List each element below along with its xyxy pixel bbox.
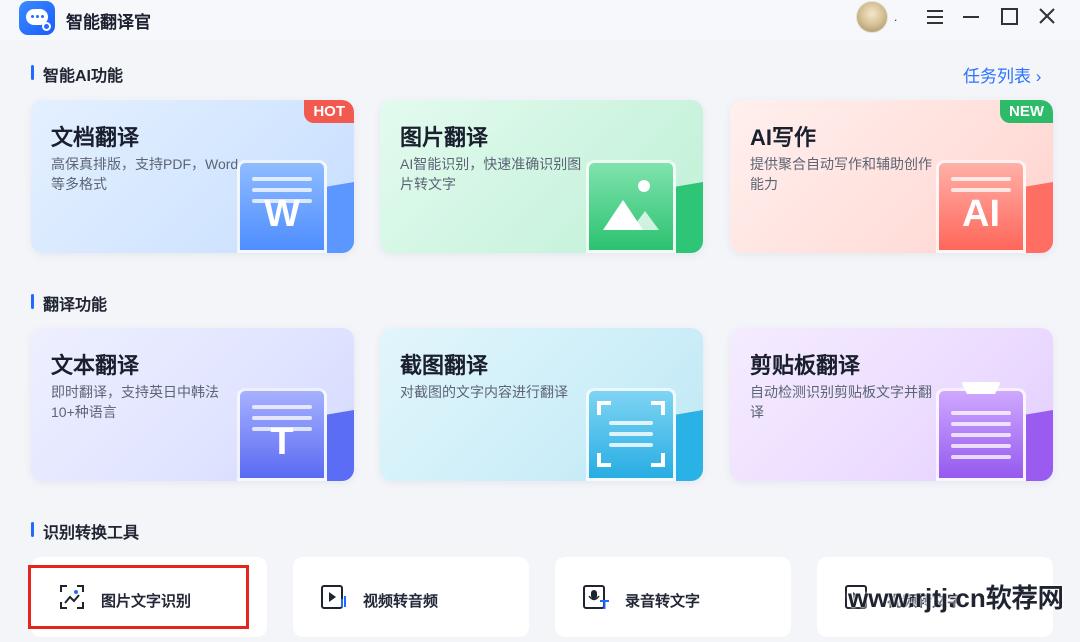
card-desc: 对截图的文字内容进行翻译 — [400, 384, 568, 400]
watermark: www.rjtj.cn软荐网 — [848, 583, 1064, 613]
word-document-icon: W — [237, 160, 327, 253]
app-logo-icon — [19, 1, 55, 35]
card-desc: 即时翻译，支持英日中韩法10+种语言 — [51, 384, 219, 420]
screenshot-icon — [586, 388, 676, 481]
card-desc: 自动检测识别剪贴板文字并翻译 — [750, 384, 932, 420]
maximize-icon[interactable] — [997, 6, 1021, 28]
minimize-icon[interactable] — [959, 6, 983, 28]
hot-badge: HOT — [304, 100, 354, 123]
app-title: 智能翻译官 — [66, 13, 151, 32]
card-title: 截图翻译 — [400, 353, 489, 378]
new-badge: NEW — [1000, 100, 1053, 123]
clipboard-icon — [936, 382, 1026, 481]
tool-label: 图片文字识别 — [101, 593, 192, 610]
user-name[interactable]: . — [894, 10, 897, 24]
avatar[interactable] — [856, 1, 888, 33]
tool-image-ocr[interactable]: 图片文字识别 — [31, 557, 267, 637]
section-title-ai: 智能AI功能 — [31, 62, 123, 86]
card-screenshot-translate[interactable]: 截图翻译 对截图的文字内容进行翻译 — [380, 328, 703, 481]
image-scan-icon — [58, 583, 86, 611]
card-text-translate[interactable]: 文本翻译 即时翻译，支持英日中韩法10+种语言 T — [31, 328, 354, 481]
section-title-translate: 翻译功能 — [31, 291, 107, 315]
card-desc: 提供聚合自动写作和辅助创作能力 — [750, 156, 932, 192]
text-document-icon: T — [237, 388, 327, 481]
card-title: 文档翻译 — [51, 125, 140, 150]
card-title: 剪贴板翻译 — [750, 353, 861, 378]
card-title: AI写作 — [750, 125, 817, 150]
tool-label: 视频转音频 — [363, 593, 439, 610]
card-document-translate[interactable]: 文档翻译 高保真排版，支持PDF，Word等多格式 HOT W — [31, 100, 354, 253]
tool-label: 录音转文字 — [625, 593, 701, 610]
card-desc: AI智能识别，快速准确识别图片转文字 — [400, 156, 582, 192]
card-title: 图片翻译 — [400, 125, 489, 150]
ai-document-icon: AI — [936, 160, 1026, 253]
card-ai-writing[interactable]: AI写作 提供聚合自动写作和辅助创作能力 NEW AI — [730, 100, 1053, 253]
card-image-translate[interactable]: 图片翻译 AI智能识别，快速准确识别图片转文字 — [380, 100, 703, 253]
title-bar: 智能翻译官 . — [0, 0, 1080, 40]
image-icon — [586, 160, 676, 253]
card-title: 文本翻译 — [51, 353, 140, 378]
card-clipboard-translate[interactable]: 剪贴板翻译 自动检测识别剪贴板文字并翻译 — [730, 328, 1053, 481]
video-audio-icon — [320, 583, 348, 611]
tool-video-to-audio[interactable]: 视频转音频 — [293, 557, 529, 637]
recording-text-icon — [582, 583, 610, 611]
card-desc: 高保真排版，支持PDF，Word等多格式 — [51, 156, 239, 192]
tool-recording-to-text[interactable]: 录音转文字 — [555, 557, 791, 637]
task-list-link[interactable]: 任务列表 › — [963, 62, 1041, 87]
menu-icon[interactable] — [923, 6, 947, 28]
close-icon[interactable] — [1035, 6, 1059, 28]
section-title-tools: 识别转换工具 — [31, 519, 139, 543]
